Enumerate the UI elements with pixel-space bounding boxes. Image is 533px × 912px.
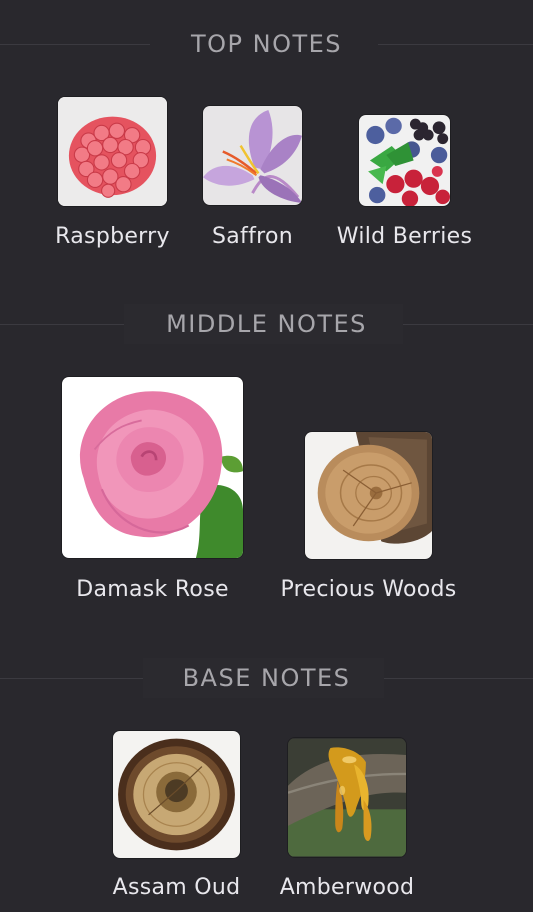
note-label: Wild Berries <box>336 224 473 249</box>
saffron-image <box>203 106 302 205</box>
section-header-top-notes: TOP NOTES <box>0 24 533 64</box>
oud-wood-slice-image <box>113 731 240 858</box>
section-title: TOP NOTES <box>190 30 343 58</box>
rose-image <box>62 377 243 558</box>
note-label: Amberwood <box>279 875 415 900</box>
section-title: MIDDLE NOTES <box>166 310 367 338</box>
section-header-middle-notes: MIDDLE NOTES <box>0 304 533 344</box>
section-title: BASE NOTES <box>182 664 351 692</box>
note-label: Damask Rose <box>76 577 229 602</box>
section-header-base-notes: BASE NOTES <box>0 658 533 698</box>
wild-berries-image <box>359 115 450 206</box>
note-label: Raspberry <box>55 224 170 249</box>
fragrance-notes-page: TOP NOTES Raspberry Saffron Wild Berries… <box>0 0 533 912</box>
amber-resin-image <box>288 738 406 857</box>
note-label: Saffron <box>211 224 293 249</box>
note-label: Precious Woods <box>280 577 457 602</box>
note-label: Assam Oud <box>112 875 241 900</box>
wood-log-image <box>305 432 432 559</box>
raspberry-image <box>58 97 167 206</box>
